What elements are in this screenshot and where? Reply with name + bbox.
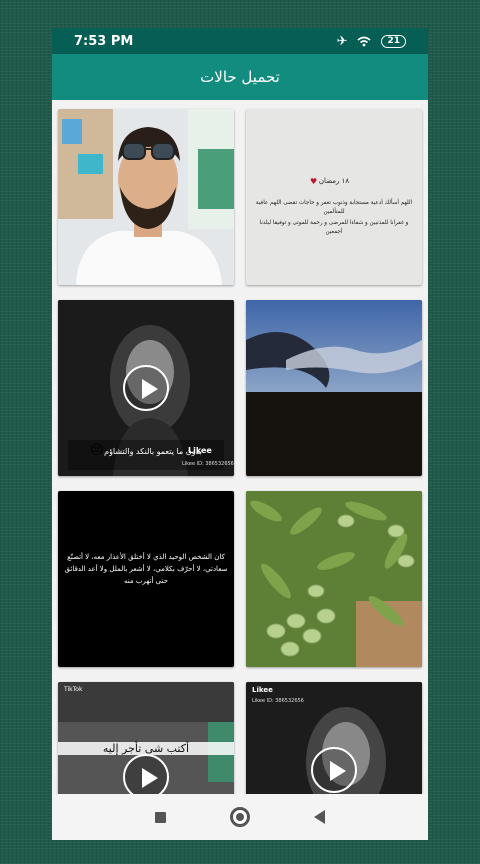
- play-button[interactable]: [123, 365, 169, 411]
- tiktok-logo: TikTok: [64, 686, 83, 693]
- status-tile-almond[interactable]: [246, 491, 422, 667]
- heart-icon: ♥: [310, 177, 318, 186]
- emoji-icon: 😔: [90, 443, 104, 458]
- app-bar: تحميل حالات: [52, 54, 428, 100]
- dua-date: ١٨ رمضان: [318, 177, 350, 185]
- wifi-icon: [357, 36, 371, 46]
- play-button[interactable]: [311, 747, 357, 793]
- back-triangle-icon[interactable]: [314, 810, 325, 824]
- likee-id: Likee ID: 386532656: [182, 461, 234, 467]
- navigation-bar: [52, 794, 428, 840]
- likee-logo: Likee: [188, 446, 212, 455]
- status-time: 7:53 PM: [74, 33, 134, 49]
- phone-screen: 7:53 PM ✈ 21 تحميل حالات ١٨ رمضان اللهم …: [52, 28, 428, 840]
- quote-text: كان الشخص الوحيد الذي لا أختلق الأعذار م…: [64, 553, 228, 585]
- battery-icon: 21: [381, 34, 406, 48]
- status-tile-sunset[interactable]: [246, 300, 422, 476]
- dua-line-2: و غفرانا للمذنبين و شفاءا للمرضى و رحمة …: [259, 220, 409, 235]
- status-tile-video-2[interactable]: TikTok أكتب شي تأجر إليه: [58, 682, 234, 794]
- portrait-photo-icon: [58, 109, 234, 285]
- home-circle-icon[interactable]: [230, 807, 250, 827]
- status-tile-portrait[interactable]: [58, 109, 234, 285]
- status-tile-video-3[interactable]: Likee Likee ID: 386532656: [246, 682, 422, 794]
- play-button[interactable]: [123, 754, 169, 794]
- status-grid[interactable]: ١٨ رمضان اللهم أسألك أدعية مستجابة وذنوب…: [52, 100, 428, 794]
- likee-logo: Likee: [252, 686, 273, 694]
- status-bar: 7:53 PM ✈ 21: [52, 28, 428, 54]
- page-title: تحميل حالات: [200, 68, 280, 86]
- status-tile-dua-text[interactable]: ١٨ رمضان اللهم أسألك أدعية مستجابة وذنوب…: [246, 109, 422, 285]
- airplane-icon: ✈: [336, 33, 348, 49]
- sunset-landscape-icon: [246, 300, 422, 476]
- dua-line-1: اللهم أسألك أدعية مستجابة وذنوب تغفر و ح…: [255, 200, 413, 215]
- status-tile-quote[interactable]: كان الشخص الوحيد الذي لا أختلق الأعذار م…: [58, 491, 234, 667]
- likee-id: Likee ID: 386532656: [252, 698, 304, 704]
- status-tile-video-1[interactable]: بدون ما يتعمو بالنكد والتشاؤم Likee Like…: [58, 300, 234, 476]
- recents-square-icon[interactable]: [155, 811, 166, 823]
- almond-tree-icon: [246, 491, 422, 667]
